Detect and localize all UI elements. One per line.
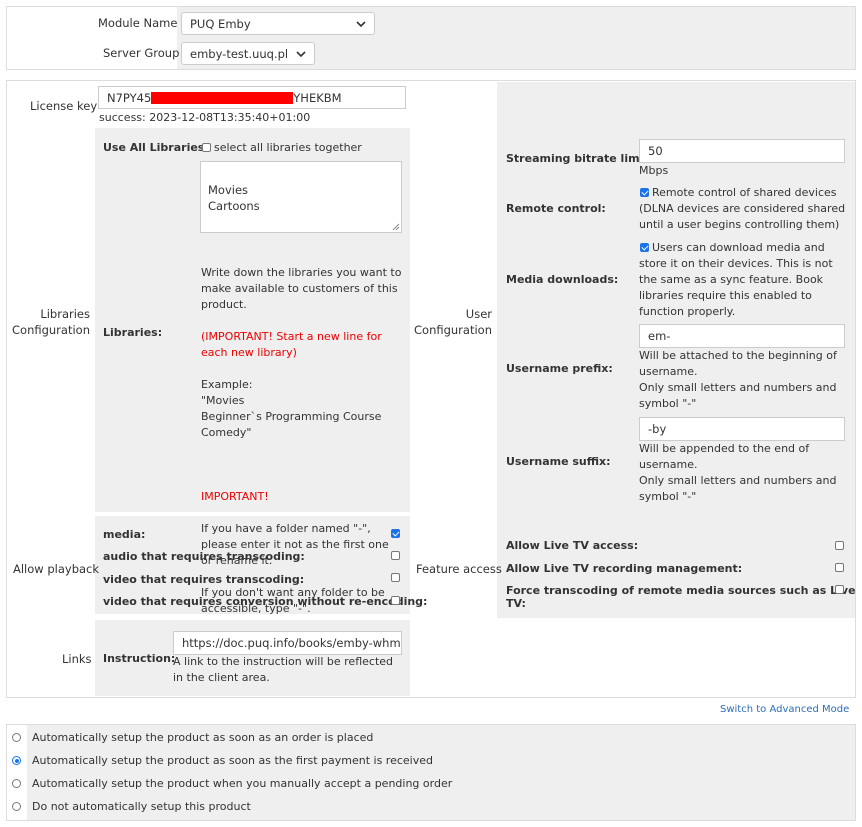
switch-advanced-mode-link[interactable]: Switch to Advanced Mode <box>720 704 849 715</box>
license-key-redaction <box>151 91 294 104</box>
libraries-help-important-1: (IMPORTANT! Start a new line for each ne… <box>201 330 382 359</box>
live-tv-access-checkbox[interactable] <box>835 541 844 550</box>
instruction-help: A link to the instruction will be reflec… <box>173 655 394 684</box>
force-transcoding-checkbox[interactable] <box>835 585 844 594</box>
setup-option-radio[interactable] <box>12 756 21 765</box>
module-name-label: Module Name <box>98 16 178 30</box>
playback-media-checkbox[interactable] <box>391 529 400 538</box>
use-all-libraries-text: select all libraries together <box>214 141 362 154</box>
media-downloads-text: Users can download media and store it on… <box>639 241 833 318</box>
libraries-section-label: Libraries Configuration <box>12 307 90 337</box>
playback-item-label: media: <box>103 528 146 541</box>
playback-item-label: video that requires conversion without r… <box>103 595 428 608</box>
username-suffix-input[interactable]: -by <box>639 417 845 441</box>
username-prefix-value: em- <box>648 329 671 343</box>
bitrate-value: 50 <box>648 144 663 158</box>
username-suffix-label: Username suffix: <box>506 455 611 468</box>
license-key-end: YHEKBM <box>293 90 342 105</box>
license-key-input[interactable]: N7PY45 YHEKBM <box>98 86 406 109</box>
playback-video-checkbox[interactable] <box>391 573 400 582</box>
libraries-help-1: Write down the libraries you want to mak… <box>201 266 402 311</box>
setup-option-label[interactable]: Automatically setup the product as soon … <box>32 730 373 746</box>
use-all-libraries-checkbox[interactable] <box>202 143 211 152</box>
username-prefix-label: Username prefix: <box>506 362 613 375</box>
license-key-label: License key <box>30 99 98 113</box>
license-key-start: N7PY45 <box>107 90 152 105</box>
use-all-libraries-label: Use All Libraries: <box>103 141 209 154</box>
bitrate-label: Streaming bitrate limit: <box>506 152 653 165</box>
setup-option-radio[interactable] <box>12 733 21 742</box>
remote-control-text: Remote control of shared devices (DLNA d… <box>639 186 846 231</box>
libraries-help-example: Example: "Movies Beginner`s Programming … <box>201 378 382 439</box>
username-prefix-help: Will be attached to the beginning of use… <box>639 349 837 410</box>
feature-item-label: Allow Live TV access: <box>506 539 639 552</box>
server-group-value: emby-test.uuq.pl <box>190 46 289 61</box>
playback-conversion-checkbox[interactable] <box>391 596 400 605</box>
instruction-input[interactable]: https://doc.puq.info/books/emby-whmcs <box>173 631 402 655</box>
module-name-select[interactable]: PUQ Emby <box>181 12 375 35</box>
playback-item-label: audio that requires transcoding: <box>103 550 305 563</box>
setup-option-radio[interactable] <box>12 802 21 811</box>
libraries-label: Libraries: <box>103 326 163 339</box>
username-suffix-help: Will be appended to the end of username.… <box>639 442 837 503</box>
libraries-textarea-value: Movies Cartoons <box>208 183 260 213</box>
instruction-label: Instruction: <box>103 652 176 665</box>
server-group-label: Server Group <box>103 46 180 60</box>
libraries-textarea[interactable]: Movies Cartoons <box>200 161 402 233</box>
playback-section-label: Allow playback <box>13 562 100 576</box>
chevron-down-icon <box>356 20 366 27</box>
instruction-value: https://doc.puq.info/books/emby-whmcs <box>182 636 402 650</box>
username-prefix-input[interactable]: em- <box>639 324 845 348</box>
libraries-help-important-2: IMPORTANT! <box>201 490 269 503</box>
media-downloads-label: Media downloads: <box>506 273 619 286</box>
setup-option-radio[interactable] <box>12 779 21 788</box>
license-status: success: 2023-12-08T13:35:40+01:00 <box>99 111 311 124</box>
user-config-section-label: User Configuration <box>414 307 492 337</box>
feature-access-section-label: Feature access <box>416 562 502 576</box>
setup-option-label[interactable]: Automatically setup the product when you… <box>32 776 452 792</box>
bitrate-unit: Mbps <box>639 164 669 177</box>
live-tv-recording-checkbox[interactable] <box>835 563 844 572</box>
bitrate-input[interactable]: 50 <box>639 139 845 163</box>
module-name-value: PUQ Emby <box>190 16 251 31</box>
remote-control-label: Remote control: <box>506 202 606 215</box>
server-group-select[interactable]: emby-test.uuq.pl <box>181 42 315 65</box>
username-suffix-value: -by <box>648 422 667 436</box>
resize-handle-icon[interactable] <box>392 223 400 231</box>
chevron-down-icon <box>296 50 306 57</box>
setup-option-label[interactable]: Do not automatically setup this product <box>32 799 251 815</box>
playback-audio-checkbox[interactable] <box>391 551 400 560</box>
feature-item-label: Allow Live TV recording management: <box>506 562 743 575</box>
links-section-label: Links <box>62 652 92 666</box>
playback-item-label: video that requires transcoding: <box>103 573 305 586</box>
setup-option-label[interactable]: Automatically setup the product as soon … <box>32 753 433 769</box>
feature-item-label: Force transcoding of remote media source… <box>506 584 856 610</box>
